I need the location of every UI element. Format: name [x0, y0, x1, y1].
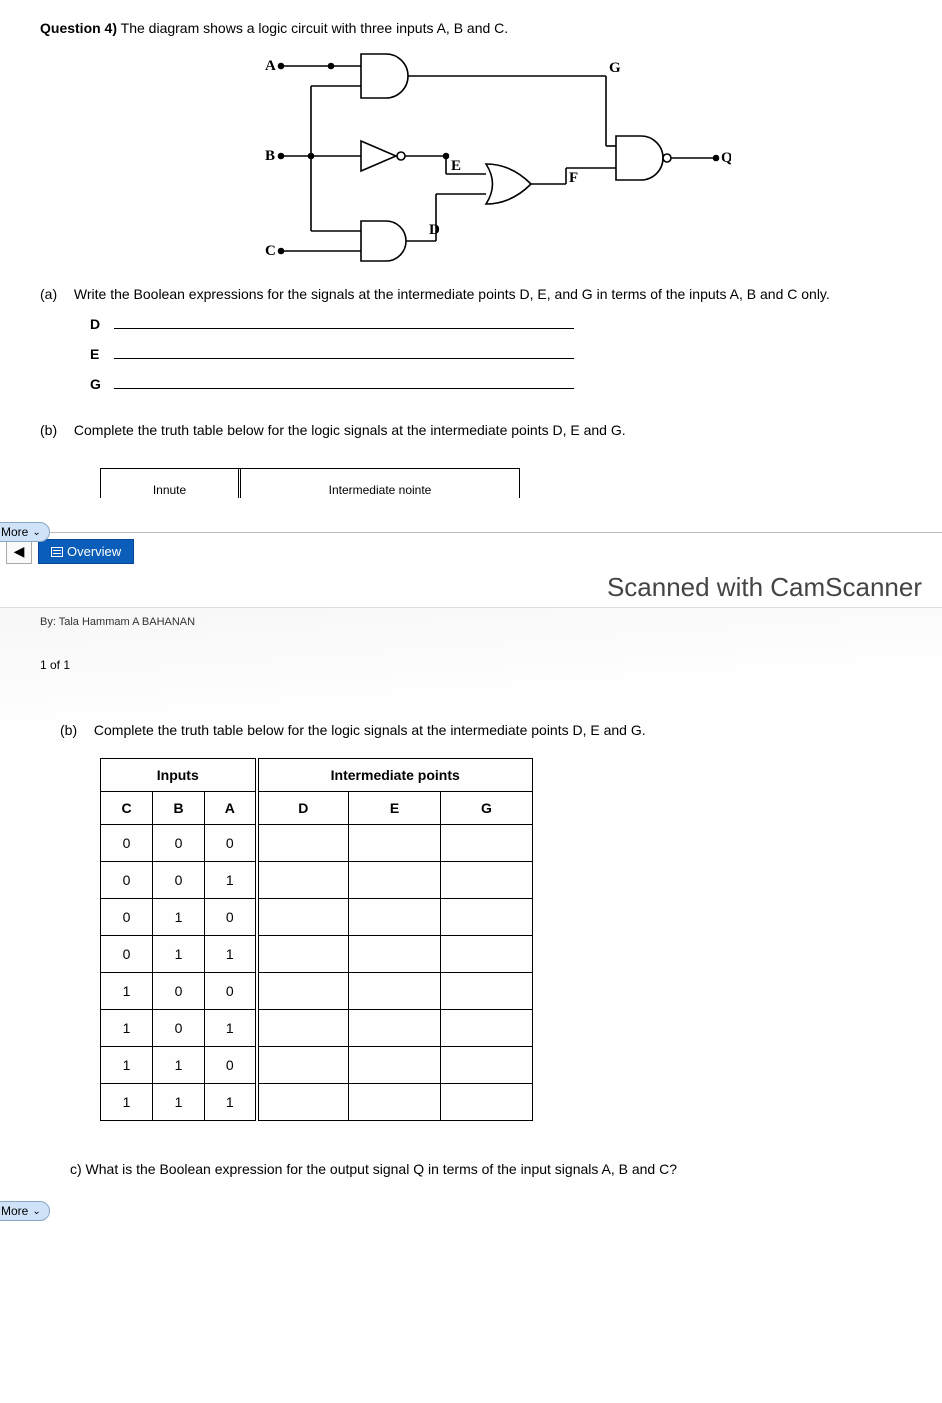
- question-label: Question 4): [40, 20, 117, 36]
- page-number: 1 of 1: [40, 658, 902, 672]
- truth-table-cutoff: Innute Intermediate nointe: [100, 468, 520, 498]
- table-row: 011: [101, 936, 533, 973]
- byline: By: Tala Hammam A BAHANAN: [40, 616, 902, 628]
- output-label-q: Q: [721, 150, 731, 166]
- table-row: 111: [101, 1084, 533, 1121]
- part-a: (a) Write the Boolean expressions for th…: [40, 286, 902, 302]
- cutoff-col1: Innute: [101, 469, 241, 498]
- table-row: 100: [101, 973, 533, 1010]
- tab-bar: ◀ Overview: [0, 532, 942, 564]
- table-row: 101: [101, 1010, 533, 1047]
- th-intermediate: Intermediate points: [257, 759, 533, 792]
- part-b-label: (b): [40, 422, 70, 438]
- cutoff-col2: Intermediate nointe: [241, 469, 519, 498]
- part-b-label-2: (b): [60, 722, 90, 738]
- tab-overview[interactable]: Overview: [38, 539, 134, 564]
- page-1: Question 4) The diagram shows a logic ci…: [0, 0, 942, 518]
- part-a-text: Write the Boolean expressions for the si…: [74, 286, 830, 302]
- answer-line-e: E: [90, 346, 902, 362]
- node-label-e: E: [451, 158, 461, 174]
- part-b: (b) Complete the truth table below for t…: [40, 422, 902, 438]
- input-label-a: A: [265, 58, 276, 74]
- input-label-b: B: [265, 148, 275, 164]
- table-row: 000: [101, 825, 533, 862]
- table-row: 010: [101, 899, 533, 936]
- more-button-bottom[interactable]: More ⌄: [0, 1201, 50, 1221]
- question-title: Question 4) The diagram shows a logic ci…: [40, 20, 902, 36]
- node-label-d: D: [429, 222, 440, 238]
- node-label-g: G: [609, 60, 621, 76]
- part-b-text: Complete the truth table below for the l…: [74, 422, 626, 438]
- truth-table: Inputs Intermediate points C B A D E G 0…: [100, 758, 533, 1121]
- page-2: By: Tala Hammam A BAHANAN 1 of 1 (b) Com…: [0, 607, 942, 1201]
- table-row: 110: [101, 1047, 533, 1084]
- part-b-repeat: (b) Complete the truth table below for t…: [60, 722, 902, 738]
- part-b-text-2: Complete the truth table below for the l…: [94, 722, 646, 738]
- answer-lines: D E G: [90, 316, 902, 392]
- arrow-left-icon: ◀: [14, 543, 25, 560]
- overview-icon: [51, 547, 63, 557]
- more-button-top[interactable]: More ⌄: [0, 522, 50, 542]
- chevron-down-icon: ⌄: [32, 527, 40, 538]
- camscanner-watermark: Scanned with CamScanner: [0, 564, 942, 607]
- answer-line-g: G: [90, 376, 902, 392]
- input-label-c: C: [265, 243, 276, 259]
- th-inputs: Inputs: [101, 759, 257, 792]
- node-label-f: F: [569, 170, 578, 186]
- logic-circuit-diagram: A B C D E F G Q: [211, 46, 731, 266]
- part-c: c) What is the Boolean expression for th…: [70, 1161, 902, 1177]
- table-row: 001: [101, 862, 533, 899]
- question-text: The diagram shows a logic circuit with t…: [121, 20, 509, 36]
- prev-tab-button[interactable]: ◀: [6, 540, 32, 564]
- chevron-down-icon: ⌄: [32, 1206, 40, 1217]
- answer-line-d: D: [90, 316, 902, 332]
- part-a-label: (a): [40, 286, 70, 302]
